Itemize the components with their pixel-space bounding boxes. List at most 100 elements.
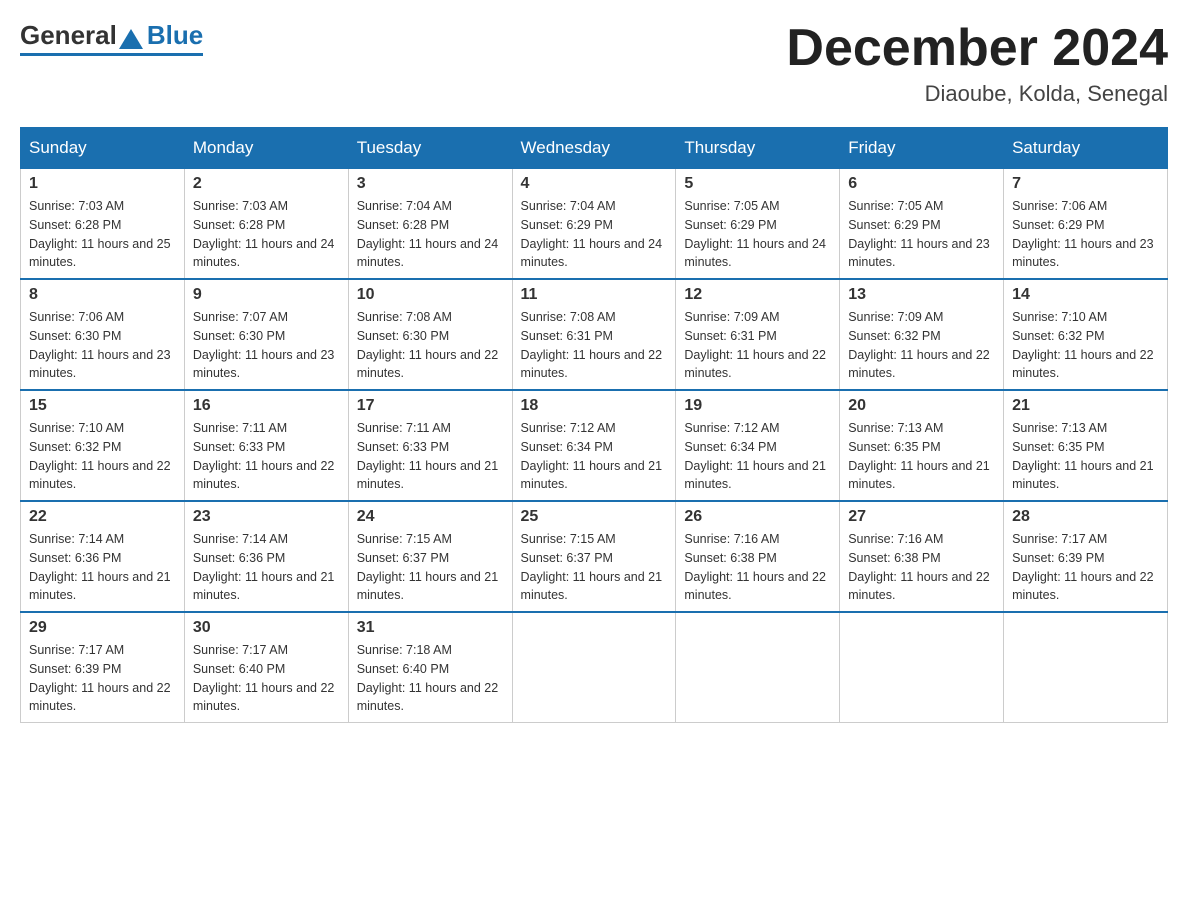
calendar-cell: 9 Sunrise: 7:07 AM Sunset: 6:30 PM Dayli… <box>184 279 348 390</box>
calendar-cell: 22 Sunrise: 7:14 AM Sunset: 6:36 PM Dayl… <box>21 501 185 612</box>
calendar-cell: 13 Sunrise: 7:09 AM Sunset: 6:32 PM Dayl… <box>840 279 1004 390</box>
day-info: Sunrise: 7:17 AM Sunset: 6:40 PM Dayligh… <box>193 641 340 716</box>
day-info: Sunrise: 7:06 AM Sunset: 6:29 PM Dayligh… <box>1012 197 1159 272</box>
calendar-cell: 24 Sunrise: 7:15 AM Sunset: 6:37 PM Dayl… <box>348 501 512 612</box>
day-number: 24 <box>357 508 504 526</box>
calendar-body: 1 Sunrise: 7:03 AM Sunset: 6:28 PM Dayli… <box>21 169 1168 723</box>
day-info: Sunrise: 7:08 AM Sunset: 6:30 PM Dayligh… <box>357 308 504 383</box>
day-info: Sunrise: 7:15 AM Sunset: 6:37 PM Dayligh… <box>521 530 668 605</box>
day-number: 11 <box>521 286 668 304</box>
calendar-cell <box>676 612 840 723</box>
day-number: 14 <box>1012 286 1159 304</box>
logo-blue-text: Blue <box>147 20 203 51</box>
calendar-week-3: 15 Sunrise: 7:10 AM Sunset: 6:32 PM Dayl… <box>21 390 1168 501</box>
header-cell-friday: Friday <box>840 128 1004 169</box>
calendar-cell: 11 Sunrise: 7:08 AM Sunset: 6:31 PM Dayl… <box>512 279 676 390</box>
calendar-cell: 26 Sunrise: 7:16 AM Sunset: 6:38 PM Dayl… <box>676 501 840 612</box>
header-cell-wednesday: Wednesday <box>512 128 676 169</box>
day-info: Sunrise: 7:14 AM Sunset: 6:36 PM Dayligh… <box>29 530 176 605</box>
calendar-cell: 8 Sunrise: 7:06 AM Sunset: 6:30 PM Dayli… <box>21 279 185 390</box>
logo-underline <box>20 53 203 56</box>
day-info: Sunrise: 7:10 AM Sunset: 6:32 PM Dayligh… <box>29 419 176 494</box>
day-info: Sunrise: 7:17 AM Sunset: 6:39 PM Dayligh… <box>29 641 176 716</box>
calendar-table: SundayMondayTuesdayWednesdayThursdayFrid… <box>20 127 1168 723</box>
calendar-week-2: 8 Sunrise: 7:06 AM Sunset: 6:30 PM Dayli… <box>21 279 1168 390</box>
calendar-cell: 15 Sunrise: 7:10 AM Sunset: 6:32 PM Dayl… <box>21 390 185 501</box>
day-number: 27 <box>848 508 995 526</box>
header-cell-tuesday: Tuesday <box>348 128 512 169</box>
day-number: 8 <box>29 286 176 304</box>
calendar-cell <box>1004 612 1168 723</box>
day-info: Sunrise: 7:11 AM Sunset: 6:33 PM Dayligh… <box>357 419 504 494</box>
day-info: Sunrise: 7:05 AM Sunset: 6:29 PM Dayligh… <box>848 197 995 272</box>
day-info: Sunrise: 7:03 AM Sunset: 6:28 PM Dayligh… <box>193 197 340 272</box>
day-info: Sunrise: 7:13 AM Sunset: 6:35 PM Dayligh… <box>1012 419 1159 494</box>
calendar-cell: 28 Sunrise: 7:17 AM Sunset: 6:39 PM Dayl… <box>1004 501 1168 612</box>
day-number: 31 <box>357 619 504 637</box>
day-info: Sunrise: 7:04 AM Sunset: 6:28 PM Dayligh… <box>357 197 504 272</box>
calendar-cell <box>840 612 1004 723</box>
day-number: 21 <box>1012 397 1159 415</box>
day-info: Sunrise: 7:12 AM Sunset: 6:34 PM Dayligh… <box>684 419 831 494</box>
day-info: Sunrise: 7:13 AM Sunset: 6:35 PM Dayligh… <box>848 419 995 494</box>
day-number: 17 <box>357 397 504 415</box>
day-number: 13 <box>848 286 995 304</box>
day-info: Sunrise: 7:09 AM Sunset: 6:31 PM Dayligh… <box>684 308 831 383</box>
month-title: December 2024 <box>786 20 1168 77</box>
calendar-cell: 3 Sunrise: 7:04 AM Sunset: 6:28 PM Dayli… <box>348 169 512 280</box>
day-number: 22 <box>29 508 176 526</box>
location-subtitle: Diaoube, Kolda, Senegal <box>786 81 1168 107</box>
day-number: 25 <box>521 508 668 526</box>
day-info: Sunrise: 7:15 AM Sunset: 6:37 PM Dayligh… <box>357 530 504 605</box>
day-info: Sunrise: 7:10 AM Sunset: 6:32 PM Dayligh… <box>1012 308 1159 383</box>
day-info: Sunrise: 7:08 AM Sunset: 6:31 PM Dayligh… <box>521 308 668 383</box>
day-info: Sunrise: 7:14 AM Sunset: 6:36 PM Dayligh… <box>193 530 340 605</box>
day-number: 18 <box>521 397 668 415</box>
day-number: 9 <box>193 286 340 304</box>
page-header: General Blue December 2024 Diaoube, Kold… <box>20 20 1168 107</box>
day-info: Sunrise: 7:04 AM Sunset: 6:29 PM Dayligh… <box>521 197 668 272</box>
day-number: 20 <box>848 397 995 415</box>
calendar-cell: 29 Sunrise: 7:17 AM Sunset: 6:39 PM Dayl… <box>21 612 185 723</box>
day-info: Sunrise: 7:16 AM Sunset: 6:38 PM Dayligh… <box>848 530 995 605</box>
calendar-week-5: 29 Sunrise: 7:17 AM Sunset: 6:39 PM Dayl… <box>21 612 1168 723</box>
day-number: 5 <box>684 175 831 193</box>
day-info: Sunrise: 7:17 AM Sunset: 6:39 PM Dayligh… <box>1012 530 1159 605</box>
calendar-cell: 2 Sunrise: 7:03 AM Sunset: 6:28 PM Dayli… <box>184 169 348 280</box>
calendar-cell: 17 Sunrise: 7:11 AM Sunset: 6:33 PM Dayl… <box>348 390 512 501</box>
header-cell-sunday: Sunday <box>21 128 185 169</box>
calendar-cell: 14 Sunrise: 7:10 AM Sunset: 6:32 PM Dayl… <box>1004 279 1168 390</box>
header-cell-thursday: Thursday <box>676 128 840 169</box>
calendar-cell: 7 Sunrise: 7:06 AM Sunset: 6:29 PM Dayli… <box>1004 169 1168 280</box>
calendar-cell: 31 Sunrise: 7:18 AM Sunset: 6:40 PM Dayl… <box>348 612 512 723</box>
day-number: 4 <box>521 175 668 193</box>
calendar-cell: 27 Sunrise: 7:16 AM Sunset: 6:38 PM Dayl… <box>840 501 1004 612</box>
day-number: 7 <box>1012 175 1159 193</box>
day-number: 3 <box>357 175 504 193</box>
day-number: 30 <box>193 619 340 637</box>
day-number: 15 <box>29 397 176 415</box>
day-info: Sunrise: 7:06 AM Sunset: 6:30 PM Dayligh… <box>29 308 176 383</box>
calendar-week-4: 22 Sunrise: 7:14 AM Sunset: 6:36 PM Dayl… <box>21 501 1168 612</box>
calendar-cell <box>512 612 676 723</box>
calendar-cell: 30 Sunrise: 7:17 AM Sunset: 6:40 PM Dayl… <box>184 612 348 723</box>
day-info: Sunrise: 7:18 AM Sunset: 6:40 PM Dayligh… <box>357 641 504 716</box>
day-number: 19 <box>684 397 831 415</box>
calendar-cell: 5 Sunrise: 7:05 AM Sunset: 6:29 PM Dayli… <box>676 169 840 280</box>
title-block: December 2024 Diaoube, Kolda, Senegal <box>786 20 1168 107</box>
calendar-cell: 4 Sunrise: 7:04 AM Sunset: 6:29 PM Dayli… <box>512 169 676 280</box>
day-number: 28 <box>1012 508 1159 526</box>
day-number: 1 <box>29 175 176 193</box>
calendar-cell: 12 Sunrise: 7:09 AM Sunset: 6:31 PM Dayl… <box>676 279 840 390</box>
day-info: Sunrise: 7:05 AM Sunset: 6:29 PM Dayligh… <box>684 197 831 272</box>
day-number: 2 <box>193 175 340 193</box>
day-number: 26 <box>684 508 831 526</box>
calendar-cell: 10 Sunrise: 7:08 AM Sunset: 6:30 PM Dayl… <box>348 279 512 390</box>
day-info: Sunrise: 7:16 AM Sunset: 6:38 PM Dayligh… <box>684 530 831 605</box>
calendar-cell: 19 Sunrise: 7:12 AM Sunset: 6:34 PM Dayl… <box>676 390 840 501</box>
day-number: 16 <box>193 397 340 415</box>
logo-general-text: General <box>20 20 117 51</box>
header-cell-monday: Monday <box>184 128 348 169</box>
day-number: 6 <box>848 175 995 193</box>
calendar-cell: 25 Sunrise: 7:15 AM Sunset: 6:37 PM Dayl… <box>512 501 676 612</box>
